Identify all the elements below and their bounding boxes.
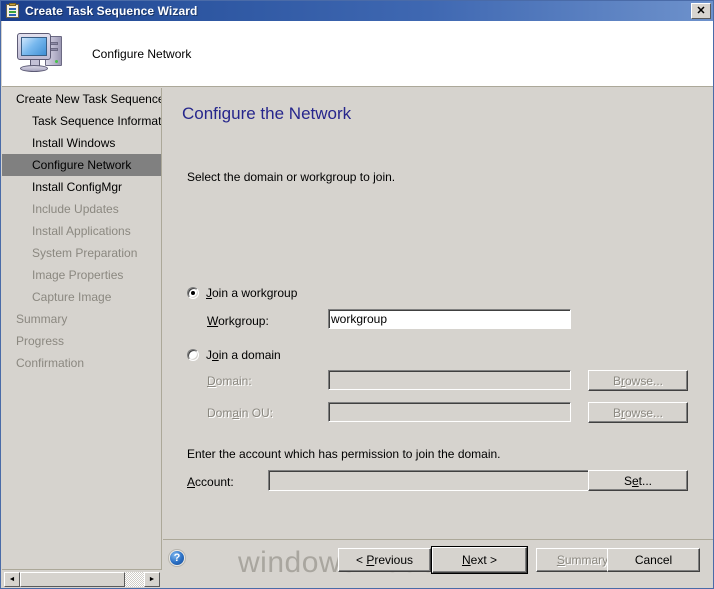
main-content-panel: Configure the Network Select the domain … [163,88,713,539]
wizard-button-bar: ? windows-noob.com < Previous Next > Sum… [163,539,713,588]
workgroup-label: Workgroup: [207,314,269,328]
sidebar-item-label: System Preparation [32,246,138,260]
sidebar-item-capture-image[interactable]: Capture Image [2,286,161,308]
radio-label-join-workgroup: Join a workgroup [206,286,298,300]
radio-indicator-workgroup[interactable] [187,287,199,299]
radio-label-join-domain: Join a domain [206,348,281,362]
create-task-sequence-wizard-window: Create Task Sequence Wizard ✕ Configure … [0,0,714,589]
help-question-icon[interactable]: ? [169,550,185,566]
set-account-button[interactable]: Set... [588,470,688,491]
sidebar-item-task-sequence-information[interactable]: Task Sequence Information [2,110,161,132]
sidebar-item-image-properties[interactable]: Image Properties [2,264,161,286]
page-title: Configure the Network [182,104,352,123]
domain-input [328,370,571,390]
workgroup-input[interactable]: workgroup [328,309,571,329]
domain-ou-browse-button: Browse... [588,402,688,423]
previous-button[interactable]: < Previous [338,548,431,572]
cancel-button[interactable]: Cancel [607,548,700,572]
sidebar-item-label: Install Windows [32,136,116,150]
intro-text: Select the domain or workgroup to join. [187,170,396,184]
sidebar-item-label: Summary [16,312,68,326]
sidebar-horizontal-scrollbar[interactable]: ◄ ► [2,569,162,588]
sidebar-item-install-windows[interactable]: Install Windows [2,132,161,154]
scroll-left-arrow-icon[interactable]: ◄ [4,572,20,587]
domain-browse-button: Browse... [588,370,688,391]
sidebar-item-label: Task Sequence Information [32,114,162,128]
computer-icon [14,30,70,78]
sidebar-item-label: Configure Network [32,158,132,172]
scrollbar-thumb[interactable] [20,572,126,587]
sidebar-item-progress[interactable]: Progress [2,330,161,352]
domain-ou-input [328,402,571,422]
scrollbar-track[interactable] [20,572,144,587]
sidebar-item-label: Install Applications [32,224,131,238]
header-title: Configure Network [92,46,192,61]
sidebar-item-include-updates[interactable]: Include Updates [2,198,161,220]
sidebar-item-label: Image Properties [32,268,124,282]
sidebar-item-create-new-task-sequence[interactable]: Create New Task Sequence [2,88,161,110]
clipboard-checklist-icon [5,3,21,19]
account-label: Account: [187,475,234,489]
domain-ou-label: Domain OU: [207,406,274,420]
radio-join-domain[interactable]: Join a domain [187,348,281,362]
domain-label: Domain: [207,374,252,388]
account-instruction-text: Enter the account which has permission t… [187,447,501,461]
sidebar-item-confirmation[interactable]: Confirmation [2,352,161,374]
sidebar-item-install-configmgr[interactable]: Install ConfigMgr [2,176,161,198]
scroll-right-arrow-icon[interactable]: ► [144,572,160,587]
sidebar-item-label: Include Updates [32,202,119,216]
sidebar-item-install-applications[interactable]: Install Applications [2,220,161,242]
sidebar-item-label: Progress [16,334,65,348]
sidebar-item-configure-network[interactable]: Configure Network [2,154,161,176]
wizard-step-sidebar: Create New Task Sequence Task Sequence In… [2,88,162,569]
sidebar-item-label: Create New Task Sequence [16,92,162,106]
radio-indicator-domain[interactable] [187,349,199,361]
next-button[interactable]: Next > [431,546,528,574]
sidebar-item-label: Capture Image [32,290,112,304]
sidebar-item-label: Confirmation [16,356,85,370]
wizard-header: Configure Network [2,21,713,87]
title-bar: Create Task Sequence Wizard ✕ [1,1,713,21]
sidebar-item-system-preparation[interactable]: System Preparation [2,242,161,264]
account-input[interactable] [268,470,601,491]
sidebar-item-summary[interactable]: Summary [2,308,161,330]
sidebar-item-label: Install ConfigMgr [32,180,123,194]
window-title: Create Task Sequence Wizard [25,4,198,18]
radio-join-workgroup[interactable]: Join a workgroup [187,286,297,300]
close-icon[interactable]: ✕ [691,3,711,19]
